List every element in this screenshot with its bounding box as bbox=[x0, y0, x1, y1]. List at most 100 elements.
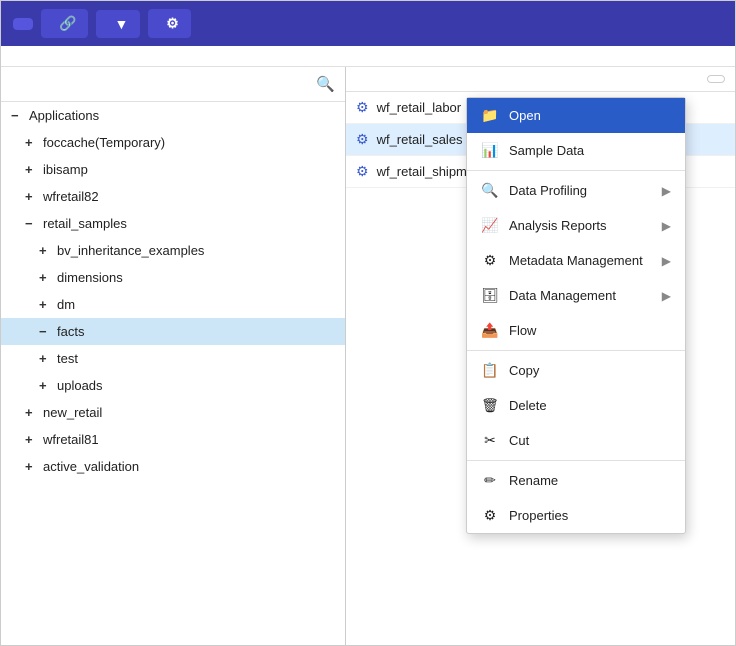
add-button[interactable] bbox=[13, 18, 33, 30]
delete-icon: 🗑 bbox=[481, 397, 499, 414]
tree-item-applications[interactable]: −Applications bbox=[1, 102, 345, 129]
context-menu-item-properties[interactable]: ⚙ Properties bbox=[467, 498, 685, 533]
filter-button[interactable]: ▼ bbox=[96, 10, 140, 38]
toggle-icon: + bbox=[25, 162, 39, 177]
toggle-icon: + bbox=[39, 351, 53, 366]
tree-item-active_validation[interactable]: + active_validation bbox=[1, 453, 345, 480]
open-icon: 📁 bbox=[481, 107, 499, 124]
more-options-button[interactable] bbox=[707, 75, 725, 83]
properties-icon: ⚙ bbox=[481, 507, 499, 524]
tree-item-test[interactable]: + test bbox=[1, 345, 345, 372]
submenu-arrow-icon: ▶ bbox=[662, 289, 671, 303]
data_profiling-icon: 🔍 bbox=[481, 182, 499, 199]
left-panel: 🔍 −Applications+foccache(Temporary)+ibis… bbox=[1, 67, 346, 645]
ctx-label: Metadata Management bbox=[509, 253, 652, 268]
tree-item-label: retail_samples bbox=[43, 216, 127, 231]
ctx-label: Open bbox=[509, 108, 671, 123]
ctx-label: Delete bbox=[509, 398, 671, 413]
file-name: wf_retail_sales bbox=[377, 132, 463, 147]
context-menu-item-copy[interactable]: 📋 Copy bbox=[467, 353, 685, 388]
tree-item-uploads[interactable]: + uploads bbox=[1, 372, 345, 399]
content-area: 🔍 −Applications+foccache(Temporary)+ibis… bbox=[1, 67, 735, 645]
tree-item-label: uploads bbox=[57, 378, 103, 393]
ctx-label: Properties bbox=[509, 508, 671, 523]
tree-item-dm[interactable]: + dm bbox=[1, 291, 345, 318]
tree-item-dimensions[interactable]: +dimensions bbox=[1, 264, 345, 291]
tree-item-new_retail[interactable]: +new_retail bbox=[1, 399, 345, 426]
metadata_management-icon: ⚙ bbox=[481, 252, 499, 269]
data_management-icon: 🗄 bbox=[481, 287, 499, 304]
toggle-icon: − bbox=[39, 324, 53, 339]
toggle-icon: + bbox=[39, 297, 53, 312]
context-menu-item-data_profiling[interactable]: 🔍Data Profiling▶ bbox=[467, 173, 685, 208]
toggle-icon: + bbox=[39, 243, 53, 258]
context-menu: 📁 Open 📊 Sample Data 🔍 Data Profiling ▶ 📈 Analys… bbox=[466, 97, 686, 534]
context-menu-item-analysis_reports[interactable]: 📈Analysis Reports▶ bbox=[467, 208, 685, 243]
gear-icon: ⚙ bbox=[166, 15, 179, 32]
tree-area: −Applications+foccache(Temporary)+ibisam… bbox=[1, 102, 345, 645]
context-menu-divider bbox=[467, 460, 685, 461]
ctx-label: Sample Data bbox=[509, 143, 671, 158]
get-data-button[interactable]: 🔗 bbox=[41, 9, 88, 38]
toolbar: 🔗 ▼ ⚙ bbox=[1, 1, 735, 46]
tree-item-facts[interactable]: −facts bbox=[1, 318, 345, 345]
search-bar: 🔍 bbox=[1, 67, 345, 102]
context-menu-item-data_management[interactable]: 🗄 Data Management ▶ bbox=[467, 278, 685, 313]
sample_data-icon: 📊 bbox=[481, 142, 499, 159]
context-menu-divider bbox=[467, 350, 685, 351]
context-menu-divider bbox=[467, 170, 685, 171]
cut-icon: ✂ bbox=[481, 432, 499, 449]
tree-item-label: bv_inheritance_examples bbox=[57, 243, 204, 258]
context-menu-item-rename[interactable]: ✏ Rename bbox=[467, 463, 685, 498]
context-menu-item-cut[interactable]: ✂Cut bbox=[467, 423, 685, 458]
ctx-label: Flow bbox=[509, 323, 671, 338]
tree-item-label: wfretail81 bbox=[43, 432, 99, 447]
right-panel-header bbox=[346, 67, 735, 92]
tree-item-retail_samples[interactable]: −retail_samples bbox=[1, 210, 345, 237]
context-menu-item-delete[interactable]: 🗑 Delete bbox=[467, 388, 685, 423]
tree-item-wfretail82[interactable]: + wfretail82 bbox=[1, 183, 345, 210]
tree-item-label: facts bbox=[57, 324, 84, 339]
context-menu-item-open[interactable]: 📁 Open bbox=[467, 98, 685, 133]
toggle-icon: + bbox=[25, 405, 39, 420]
search-icon[interactable]: 🔍 bbox=[316, 75, 335, 93]
tree-item-wfretail81[interactable]: + wfretail81 bbox=[1, 426, 345, 453]
copy-icon: 📋 bbox=[481, 362, 499, 379]
ctx-label: Data Management bbox=[509, 288, 652, 303]
search-input[interactable] bbox=[11, 77, 310, 92]
right-panel: ⚙wf_retail_labor⚙wf_retail_sales⚙wf_reta… bbox=[346, 67, 735, 645]
filter-icon: ▼ bbox=[114, 16, 128, 32]
tree-item-foccache[interactable]: + foccache(Temporary) bbox=[1, 129, 345, 156]
toggle-icon: + bbox=[25, 135, 39, 150]
tree-item-label: active_validation bbox=[43, 459, 139, 474]
ctx-label: Rename bbox=[509, 473, 671, 488]
tree-item-label: dm bbox=[57, 297, 75, 312]
tree-item-bv_inheritance[interactable]: + bv_inheritance_examples bbox=[1, 237, 345, 264]
toggle-icon: + bbox=[39, 378, 53, 393]
file-icon: ⚙ bbox=[356, 99, 369, 116]
tree-item-label: test bbox=[57, 351, 78, 366]
tree-item-ibisamp[interactable]: +ibisamp bbox=[1, 156, 345, 183]
toggle-icon: + bbox=[25, 189, 39, 204]
ctx-label: Data Profiling bbox=[509, 183, 652, 198]
manage-button[interactable]: ⚙ bbox=[148, 9, 191, 38]
file-icon: ⚙ bbox=[356, 163, 369, 180]
file-icon: ⚙ bbox=[356, 131, 369, 148]
analysis_reports-icon: 📈 bbox=[481, 217, 499, 234]
submenu-arrow-icon: ▶ bbox=[662, 254, 671, 268]
tree-item-label: Applications bbox=[29, 108, 99, 123]
toggle-icon: − bbox=[25, 216, 39, 231]
rename-icon: ✏ bbox=[481, 472, 499, 489]
tree-item-label: foccache(Temporary) bbox=[43, 135, 165, 150]
ctx-label: Copy bbox=[509, 363, 671, 378]
toggle-icon: − bbox=[11, 108, 25, 123]
tree-item-label: wfretail82 bbox=[43, 189, 99, 204]
flow-icon: 📤 bbox=[481, 322, 499, 339]
breadcrumb bbox=[1, 46, 735, 67]
context-menu-item-flow[interactable]: 📤 Flow bbox=[467, 313, 685, 348]
toggle-icon: + bbox=[25, 459, 39, 474]
context-menu-item-metadata_management[interactable]: ⚙ Metadata Management ▶ bbox=[467, 243, 685, 278]
toggle-icon: + bbox=[25, 432, 39, 447]
ctx-label: Analysis Reports bbox=[509, 218, 652, 233]
context-menu-item-sample_data[interactable]: 📊 Sample Data bbox=[467, 133, 685, 168]
